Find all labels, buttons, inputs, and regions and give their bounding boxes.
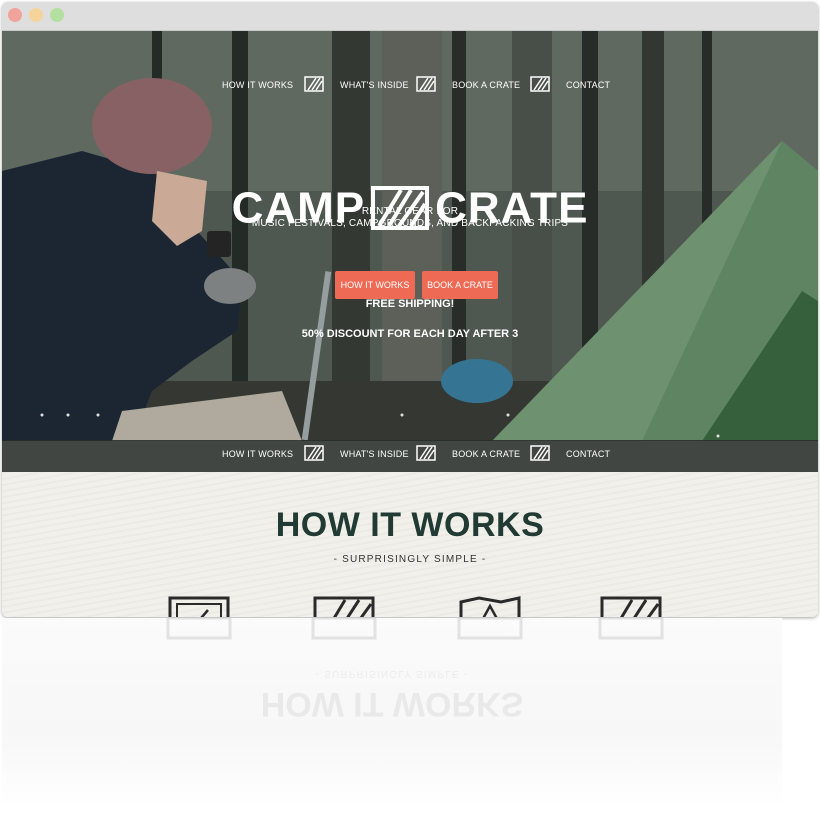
close-button[interactable] <box>8 8 22 22</box>
free-shipping-text: FREE SHIPPING! <box>365 298 455 310</box>
section-subtitle: - SURPRISINGLY SIMPLE - <box>333 554 487 565</box>
section-title: HOW IT WORKS <box>275 506 545 544</box>
how-it-works-button[interactable]: HOW IT WORKS <box>335 271 415 299</box>
browser-window: HOW IT WORKS WHAT'S INSIDE BOOK A CRATE … <box>2 2 818 617</box>
crate-icon <box>313 596 375 617</box>
window-reflection: - SURPRISINGLY SIMPLE - HOW IT WORKS <box>2 618 782 808</box>
nav-book-a-crate[interactable]: BOOK A CRATE <box>452 449 520 459</box>
crate-logo-icon <box>530 76 550 92</box>
book-a-crate-button[interactable]: BOOK A CRATE <box>422 271 498 299</box>
crate-logo-icon <box>530 445 550 461</box>
nav-how-it-works[interactable]: HOW IT WORKS <box>222 80 293 90</box>
crate-logo-icon <box>304 445 324 461</box>
crate-logo-icon <box>416 76 436 92</box>
window-titlebar <box>2 2 818 31</box>
nav-whats-inside[interactable]: WHAT'S INSIDE <box>340 80 409 90</box>
tent-map-icon <box>459 596 521 617</box>
discount-text: 50% DISCOUNT FOR EACH DAY AFTER 3 <box>301 328 519 340</box>
reflection-icons <box>166 618 664 640</box>
tagline-line-2: MUSIC FESTIVALS, CAMPGROUNDS, AND BACKPA… <box>251 218 569 229</box>
nav-how-it-works[interactable]: HOW IT WORKS <box>222 449 293 459</box>
minimize-button[interactable] <box>29 8 43 22</box>
crate-return-icon <box>600 596 662 617</box>
crate-logo-icon <box>416 445 436 461</box>
crate-logo-icon <box>304 76 324 92</box>
top-nav: HOW IT WORKS WHAT'S INSIDE BOOK A CRATE … <box>2 76 818 98</box>
bottom-nav: HOW IT WORKS WHAT'S INSIDE BOOK A CRATE … <box>2 445 818 467</box>
nav-book-a-crate[interactable]: BOOK A CRATE <box>452 80 520 90</box>
reflection-title: HOW IT WORKS <box>260 685 524 723</box>
hero-section: HOW IT WORKS WHAT'S INSIDE BOOK A CRATE … <box>2 31 818 441</box>
bottom-nav-bar: HOW IT WORKS WHAT'S INSIDE BOOK A CRATE … <box>2 440 818 472</box>
nav-contact[interactable]: CONTACT <box>566 80 610 90</box>
nav-contact[interactable]: CONTACT <box>566 449 610 459</box>
zoom-button[interactable] <box>50 8 64 22</box>
reflection-subtitle: - SURPRISINGLY SIMPLE - <box>315 668 469 679</box>
tagline-line-1: RENTAL GEAR FOR <box>361 206 459 217</box>
how-it-works-section: HOW IT WORKS - SURPRISINGLY SIMPLE - <box>2 472 818 617</box>
nav-whats-inside[interactable]: WHAT'S INSIDE <box>340 449 409 459</box>
laptop-icon <box>168 596 230 617</box>
